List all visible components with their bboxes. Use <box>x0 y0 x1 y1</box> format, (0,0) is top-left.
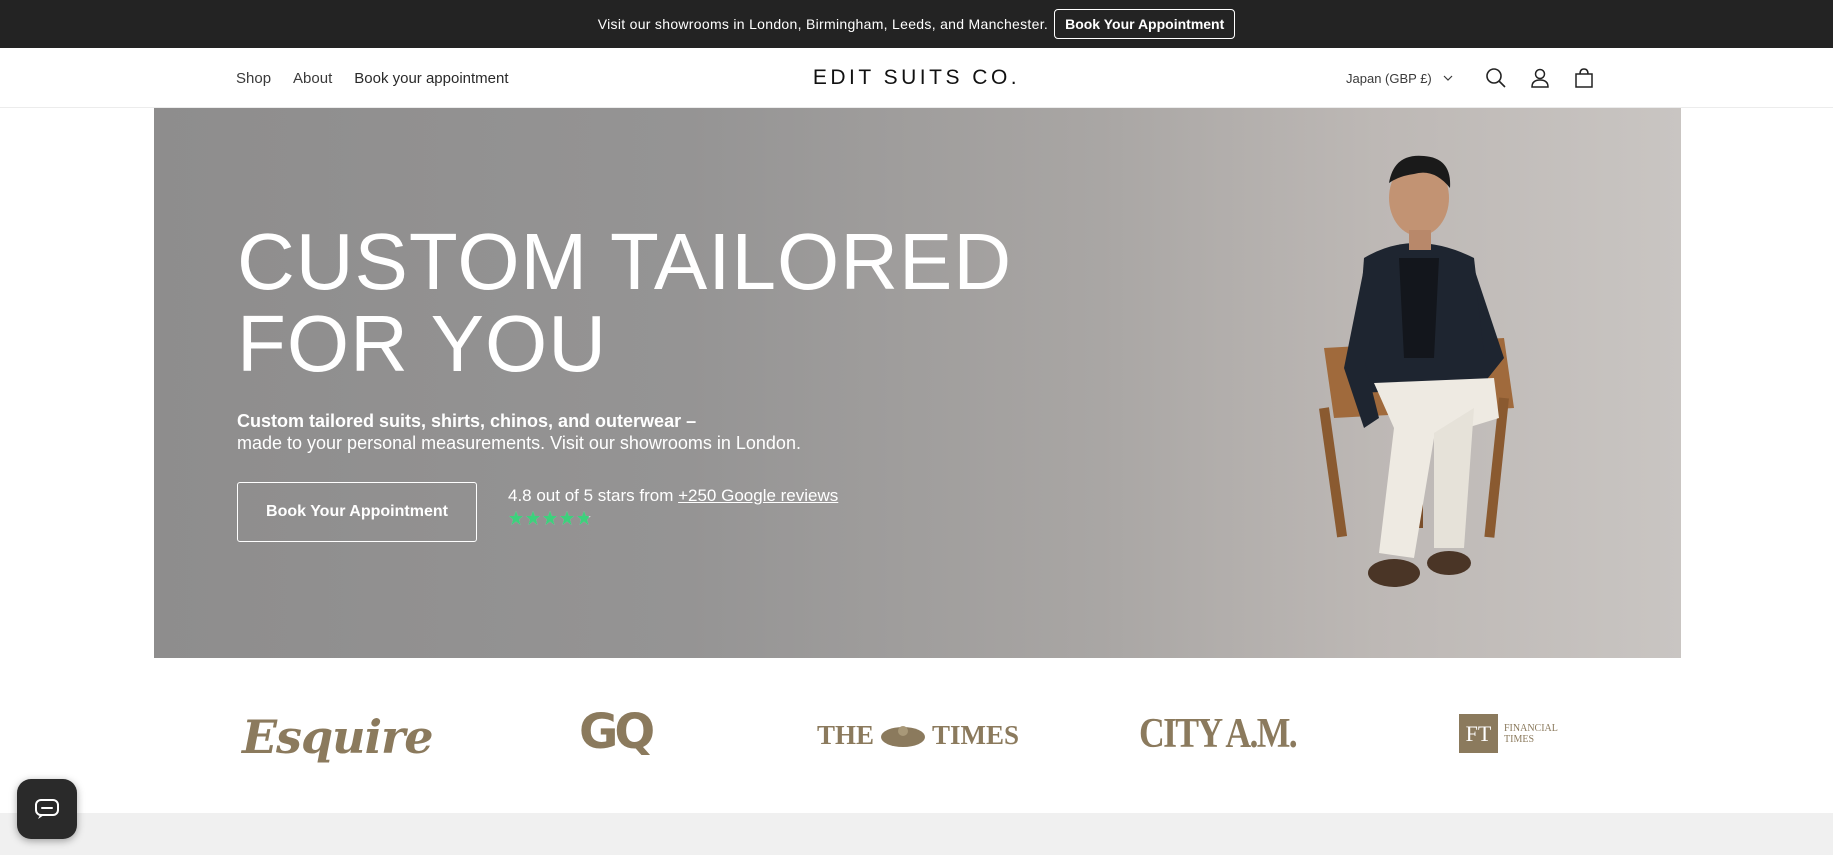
hero-subtitle-rest: made to your personal measurements. Visi… <box>237 433 801 453</box>
site-header: Shop About Book your appointment EDIT SU… <box>0 48 1833 108</box>
crest-icon <box>881 725 926 747</box>
nav-shop[interactable]: Shop <box>236 70 271 87</box>
model-image <box>1319 155 1514 587</box>
star-icon <box>577 511 591 525</box>
chevron-down-icon <box>1443 75 1453 81</box>
nav-book-appointment[interactable]: Book your appointment <box>354 70 508 87</box>
star-icon <box>526 511 540 525</box>
cart-icon[interactable] <box>1572 66 1596 90</box>
star-icon <box>543 511 557 525</box>
rating-text: 4.8 out of 5 stars from +250 Google revi… <box>508 486 838 506</box>
search-icon[interactable] <box>1484 66 1508 90</box>
hero-title-line-1: CUSTOM TAILORED <box>237 217 1013 306</box>
press-logo-the-times: THE TIMES <box>817 720 1019 751</box>
press-logo-city-am: CITY A.M. <box>1139 711 1298 757</box>
press-logo-financial-times: FT FINANCIAL TIMES <box>1459 714 1558 753</box>
hero-subtitle-bold: Custom tailored suits, shirts, chinos, a… <box>237 411 697 431</box>
announcement-text: Visit our showrooms in London, Birmingha… <box>597 16 1049 32</box>
hero-title: CUSTOM TAILORED FOR YOU <box>237 221 1012 385</box>
hero-book-button[interactable]: Book Your Appointment <box>237 482 477 542</box>
nav-about[interactable]: About <box>293 70 332 87</box>
rating-summary: 4.8 out of 5 stars from <box>508 486 674 505</box>
rating-stars <box>508 510 592 526</box>
site-logo[interactable]: EDIT SUITS CO. <box>813 66 1020 90</box>
announcement-book-button[interactable]: Book Your Appointment <box>1054 9 1236 39</box>
star-icon <box>509 511 523 525</box>
times-word-times: TIMES <box>932 720 1020 750</box>
press-logo-esquire: Esquire <box>242 710 434 764</box>
currency-selector[interactable]: Japan (GBP £) <box>1346 48 1454 108</box>
google-reviews-link[interactable]: +250 Google reviews <box>678 486 838 505</box>
ft-word-financial: FINANCIAL <box>1504 722 1558 734</box>
hero-banner: CUSTOM TAILORED FOR YOU Custom tailored … <box>154 108 1681 658</box>
ft-monogram: FT <box>1459 714 1498 753</box>
press-logos: Esquire GQ THE TIMES CITY A.M. FT FINANC… <box>154 658 1681 813</box>
main-nav: Shop About Book your appointment <box>236 48 509 108</box>
hero-title-line-2: FOR YOU <box>237 299 608 388</box>
header-icons <box>1484 48 1596 108</box>
next-section-strip <box>0 813 1833 855</box>
chat-button[interactable] <box>17 779 77 839</box>
chat-icon <box>35 799 59 819</box>
ft-word-times: TIMES <box>1504 733 1534 745</box>
announcement-bar: Visit our showrooms in London, Birmingha… <box>0 0 1833 48</box>
star-icon <box>560 511 574 525</box>
press-logo-gq: GQ <box>579 704 655 760</box>
account-icon[interactable] <box>1528 66 1552 90</box>
hero-subtitle: Custom tailored suits, shirts, chinos, a… <box>237 410 801 454</box>
currency-label: Japan (GBP £) <box>1346 70 1432 86</box>
ft-wordmark: FINANCIAL TIMES <box>1504 723 1558 745</box>
times-word-the: THE <box>817 720 875 750</box>
